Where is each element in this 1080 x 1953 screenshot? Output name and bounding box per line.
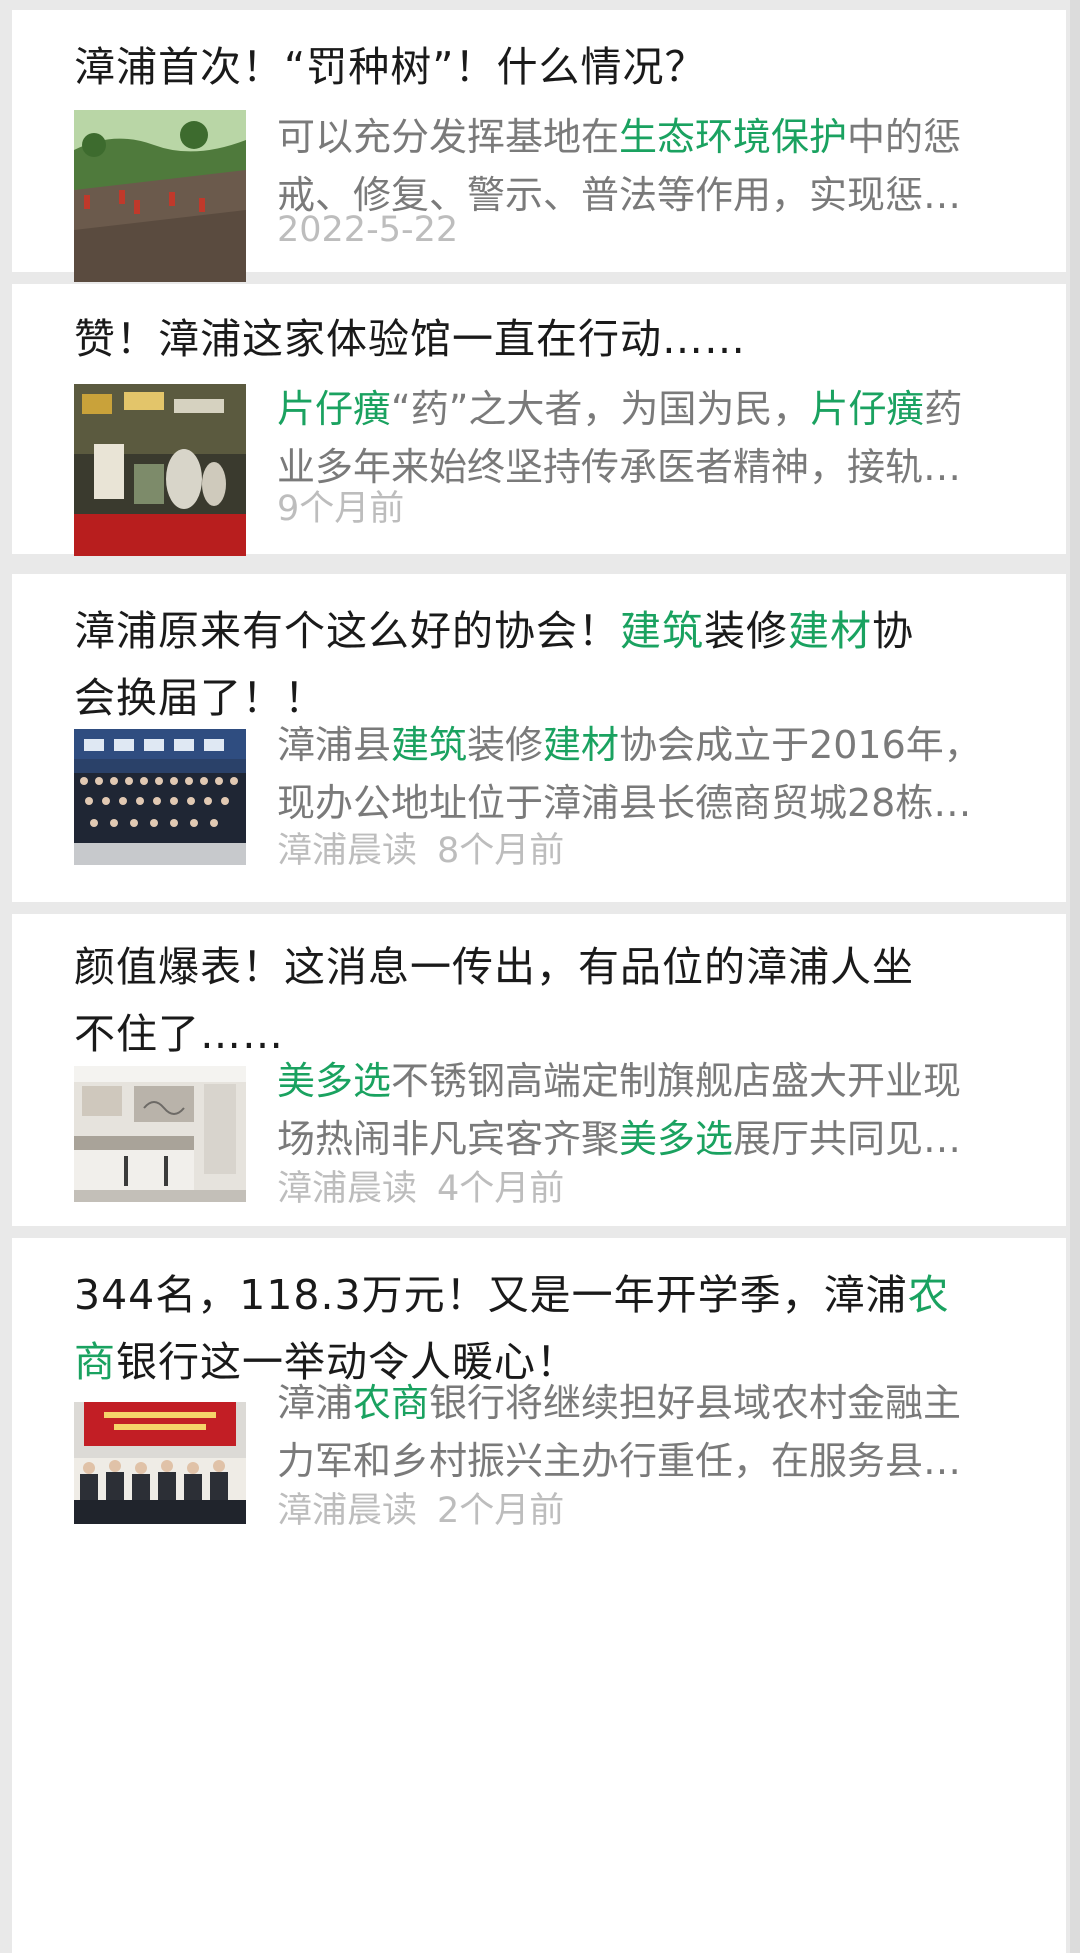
article-card[interactable]: 漳浦原来有个这么好的协会！建筑装修建材协 会换届了！！ 漳浦县建筑装修建材协会成… bbox=[12, 574, 1066, 902]
conference-meeting-photo bbox=[74, 1388, 246, 1524]
article-summary: 漳浦农商银行将继续担好县域农村金融主 力军和乡村振兴主办行重任，在服务县… bbox=[277, 1374, 1030, 1490]
article-summary: 漳浦县建筑装修建材协会成立于2016年， 现办公地址位于漳浦县长德商贸城28栋… bbox=[277, 716, 1030, 832]
article-source: 漳浦晨读 bbox=[277, 1169, 418, 1209]
article-meta: 2022-5-22 bbox=[277, 210, 458, 250]
article-time: 4个月前 bbox=[437, 1169, 565, 1209]
exhibition-display-photo bbox=[74, 384, 246, 556]
article-source: 漳浦晨读 bbox=[277, 1491, 418, 1531]
article-time: 8个月前 bbox=[437, 831, 565, 871]
article-card[interactable]: 漳浦首次！“罚种树”！什么情况？ 可以充分发挥基地在生态环境保护中的惩 戒、修复… bbox=[12, 10, 1066, 282]
article-meta: 漳浦晨读 2个月前 bbox=[277, 1482, 564, 1533]
article-title: 赞！漳浦这家体验馆一直在行动…… bbox=[74, 315, 746, 363]
article-card[interactable]: 赞！漳浦这家体验馆一直在行动…… 片仔癀“药”之大者，为国为民，片仔癀药 业多年… bbox=[12, 284, 1066, 556]
article-meta: 漳浦晨读 4个月前 bbox=[277, 1160, 564, 1211]
article-time: 9个月前 bbox=[277, 489, 405, 529]
article-summary: 美多选不锈钢高端定制旗舰店盛大开业现 场热闹非凡宾客齐聚美多选展厅共同见… bbox=[277, 1052, 1030, 1168]
title-line-1: 344名，118.3万元！又是一年开学季，漳浦农 bbox=[74, 1271, 950, 1319]
article-time: 2个月前 bbox=[437, 1491, 565, 1531]
title-line-1: 颜值爆表！这消息一传出，有品位的漳浦人坐 bbox=[74, 943, 914, 991]
summary-line-1: 漳浦县建筑装修建材协会成立于2016年， bbox=[277, 723, 982, 767]
article-source: 漳浦晨读 bbox=[277, 831, 418, 871]
scrollbar-track bbox=[1070, 0, 1080, 1953]
kitchen-showroom-photo bbox=[74, 1066, 246, 1202]
article-summary: 片仔癀“药”之大者，为国为民，片仔癀药 业多年来始终坚持传承医者精神，接轨… bbox=[277, 380, 1030, 496]
summary-line-1: 可以充分发挥基地在生态环境保护中的惩 bbox=[277, 115, 962, 159]
group-photo bbox=[74, 729, 246, 865]
article-meta: 9个月前 bbox=[277, 480, 404, 531]
summary-line-1: 漳浦农商银行将继续担好县域农村金融主 bbox=[277, 1381, 962, 1425]
article-summary: 可以充分发挥基地在生态环境保护中的惩 戒、修复、警示、普法等作用，实现惩… bbox=[277, 108, 1030, 224]
title-line-1: 漳浦原来有个这么好的协会！建筑装修建材协 bbox=[74, 607, 914, 655]
article-card[interactable]: 颜值爆表！这消息一传出，有品位的漳浦人坐 不住了…… 美多选不锈钢高端定制旗舰店… bbox=[12, 914, 1066, 1226]
hillside-tree-planting-photo bbox=[74, 110, 246, 282]
article-title: 颜值爆表！这消息一传出，有品位的漳浦人坐 不住了…… bbox=[74, 934, 1030, 1068]
summary-line-1: 片仔癀“药”之大者，为国为民，片仔癀药 bbox=[277, 387, 963, 431]
article-card[interactable]: 344名，118.3万元！又是一年开学季，漳浦农 商银行这一举动令人暖心！ 漳浦… bbox=[12, 1238, 1066, 1953]
article-title: 漳浦首次！“罚种树”！什么情况？ bbox=[74, 43, 707, 91]
article-title: 漳浦原来有个这么好的协会！建筑装修建材协 会换届了！！ bbox=[74, 598, 1030, 732]
article-meta: 漳浦晨读 8个月前 bbox=[277, 822, 564, 873]
article-time: 2022-5-22 bbox=[277, 210, 459, 250]
summary-line-1: 美多选不锈钢高端定制旗舰店盛大开业现 bbox=[277, 1059, 962, 1103]
